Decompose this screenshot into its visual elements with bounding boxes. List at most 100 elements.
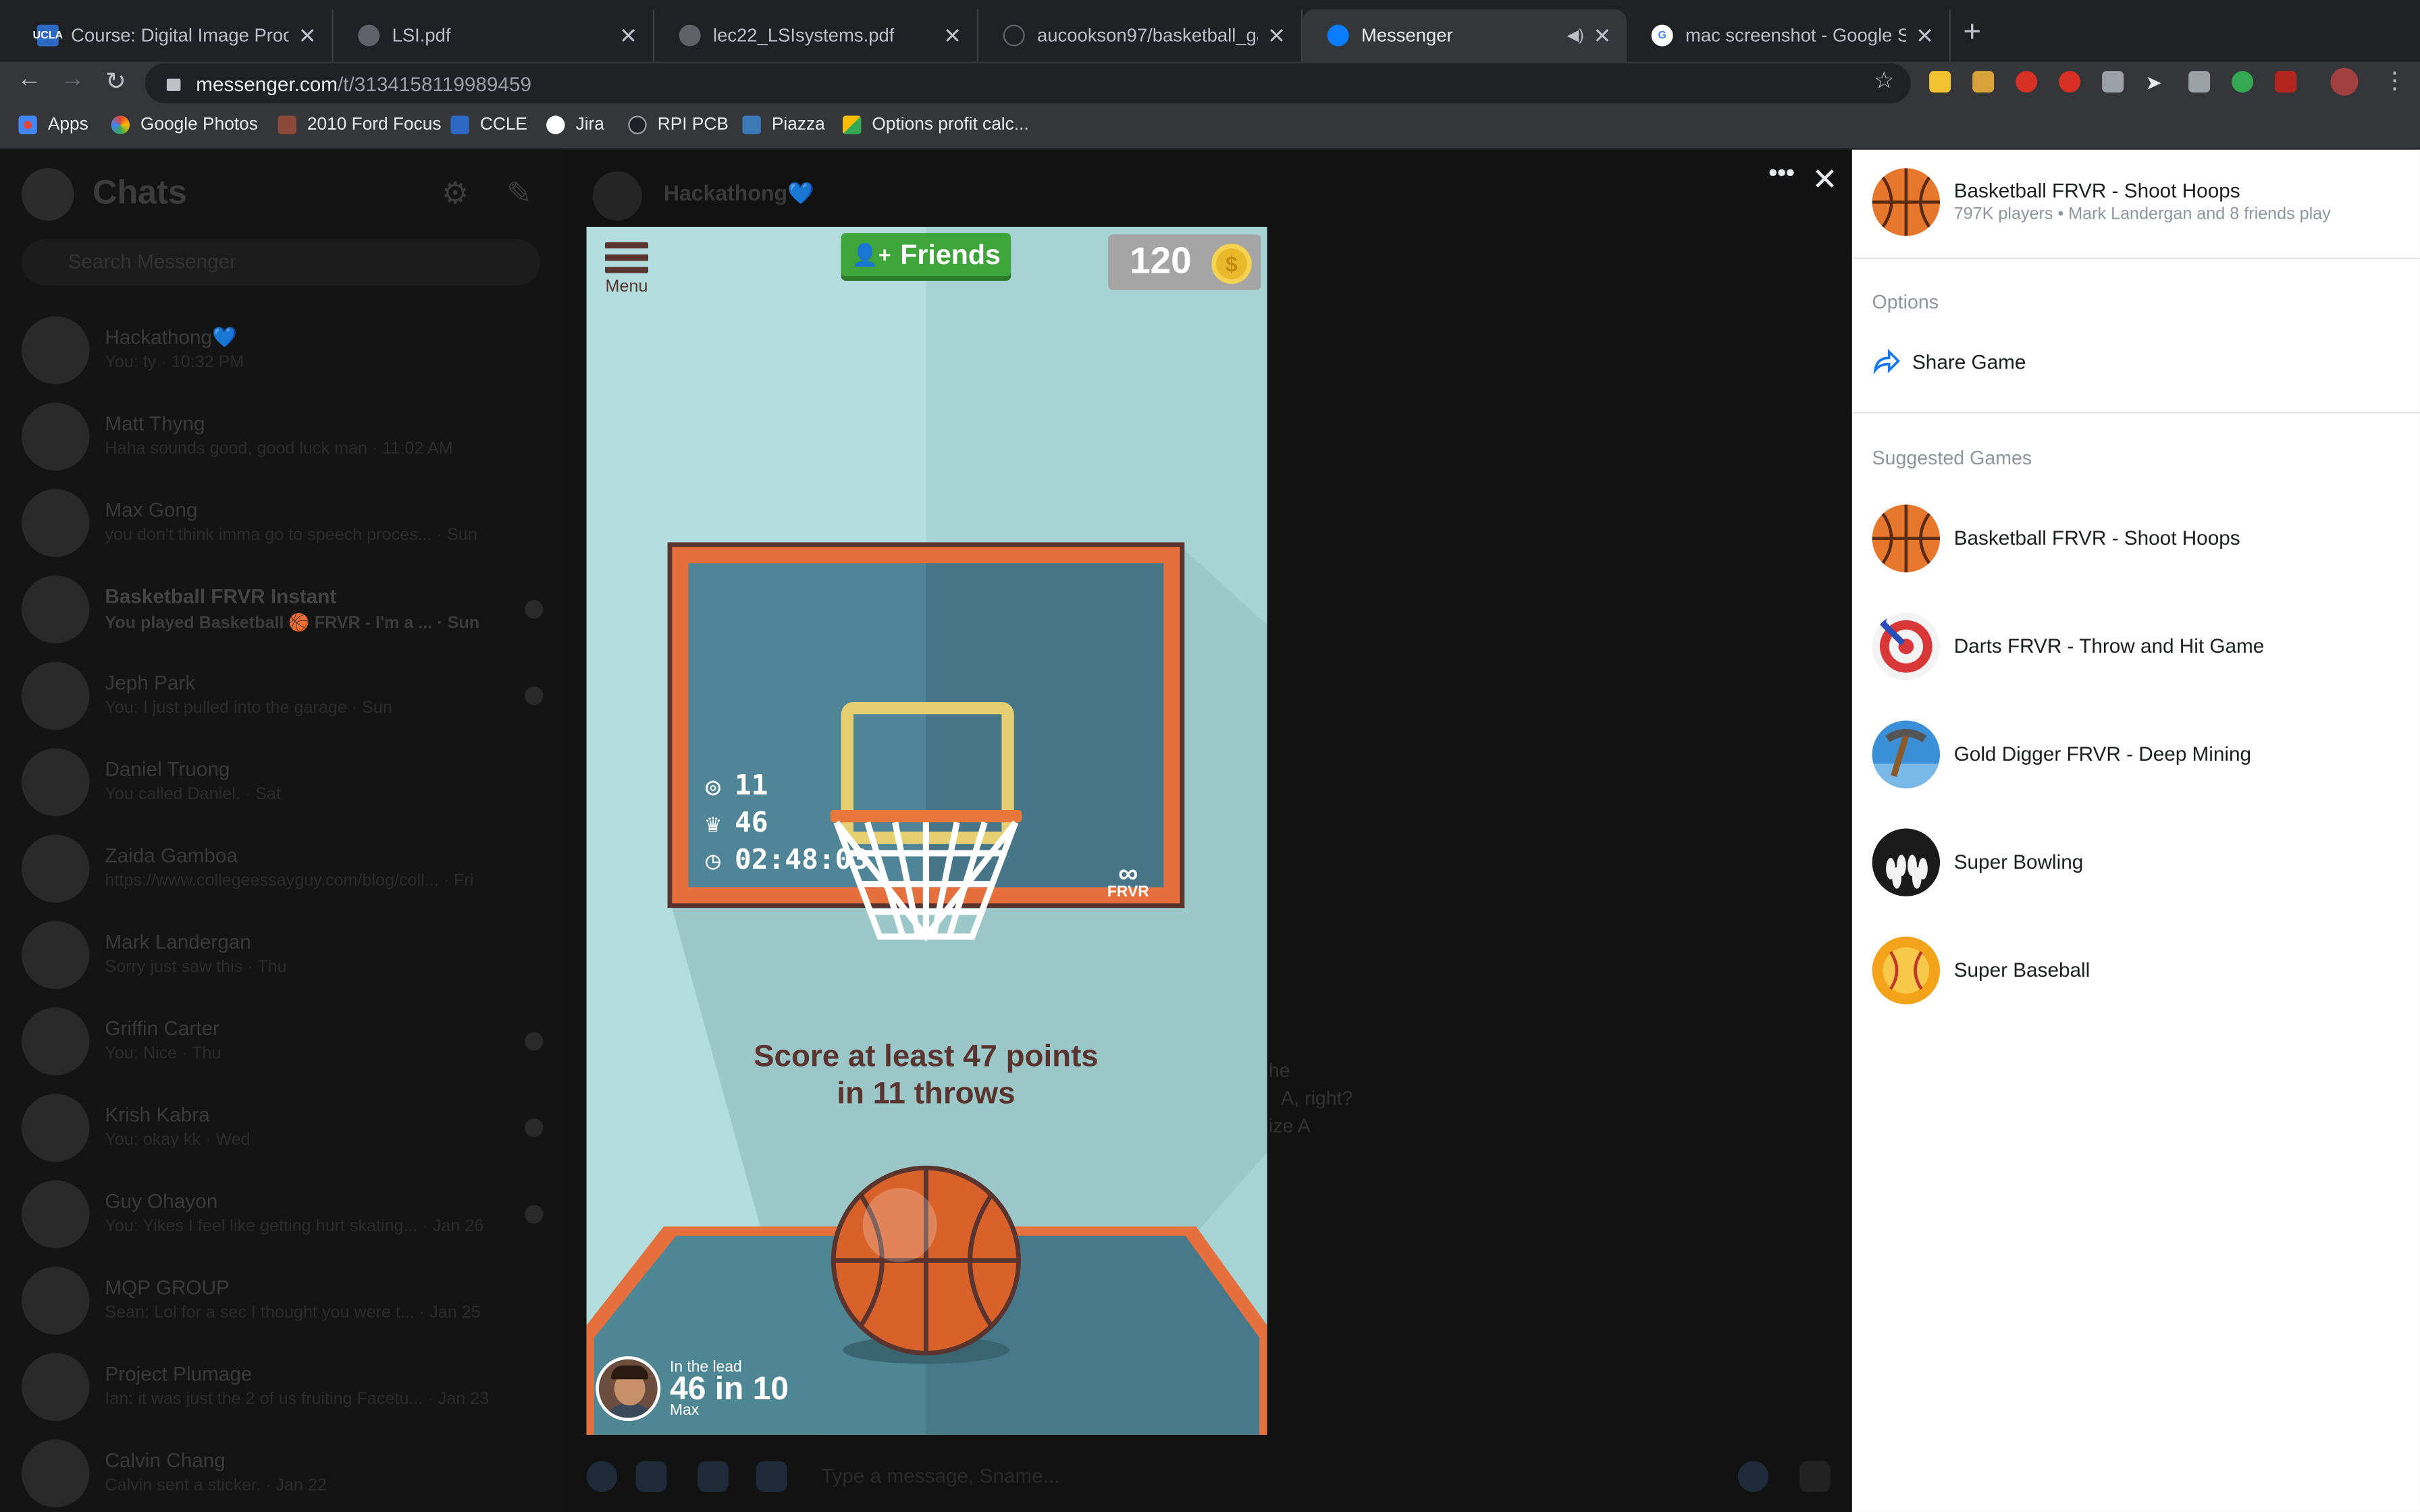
tab-lec22[interactable]: lec22_LSIsystems.pdf ✕ bbox=[654, 9, 979, 62]
share-icon bbox=[1873, 348, 1900, 375]
more-options-icon[interactable]: ••• bbox=[1768, 161, 1794, 188]
bookmark-apps[interactable]: Apps bbox=[18, 115, 88, 134]
avatar bbox=[21, 921, 90, 990]
bookmark-jira[interactable]: Jira bbox=[546, 115, 604, 134]
chat-name: Jeph Park bbox=[105, 671, 196, 695]
chat-list-item[interactable]: Calvin Chang Calvin sent a sticker. · Jan… bbox=[0, 1430, 562, 1512]
bookmark-google-photos[interactable]: Google Photos bbox=[111, 115, 258, 134]
bookmark-rpi-pcb[interactable]: RPI PCB bbox=[628, 115, 729, 134]
bookmark-star-icon[interactable]: ☆ bbox=[1874, 66, 1895, 94]
bookmark-options-profit[interactable]: Options profit calc... bbox=[842, 115, 1029, 134]
menu-button[interactable]: Menu bbox=[599, 239, 654, 300]
chat-list-item[interactable]: Zaida Gamboa https://www.collegeessayguy.… bbox=[0, 826, 562, 912]
chat-list-item[interactable]: Max Gong you don't think imma go to speec… bbox=[0, 480, 562, 566]
suggested-game-bowling[interactable]: Super Bowling bbox=[1872, 828, 2397, 899]
message-input[interactable]: Type a message, Sname... bbox=[821, 1464, 1059, 1487]
suggested-game-baseball[interactable]: Super Baseball bbox=[1872, 936, 2397, 1007]
chat-list-item[interactable]: Matt Thyng Haha sounds good, good luck ma… bbox=[0, 394, 562, 480]
bookmarks-bar: Apps Google Photos 2010 Ford Focus CCLE … bbox=[0, 105, 2420, 150]
message-text: he bbox=[1268, 1060, 1290, 1082]
avatar[interactable] bbox=[21, 168, 74, 221]
extension-icon[interactable] bbox=[2016, 71, 2038, 93]
chat-preview: You called Daniel. · Sat bbox=[105, 785, 281, 804]
piazza-icon bbox=[742, 115, 761, 134]
extension-icon[interactable] bbox=[2232, 71, 2254, 93]
plus-icon[interactable] bbox=[586, 1461, 618, 1492]
friends-button[interactable]: 👤+ Friends bbox=[841, 233, 1011, 277]
current-game-title[interactable]: Basketball FRVR - Shoot Hoops bbox=[1954, 179, 2240, 202]
back-button[interactable]: ← bbox=[12, 66, 46, 94]
close-tab-icon[interactable]: ✕ bbox=[1593, 22, 1611, 49]
chat-list-item[interactable]: Jeph Park You: I just pulled into the gar… bbox=[0, 653, 562, 739]
emoji-icon[interactable] bbox=[1737, 1461, 1769, 1492]
chat-list-sidebar: Chats ⚙ ✎ Search Messenger Hackathong💙 Yo… bbox=[0, 149, 562, 1512]
gear-icon[interactable]: ⚙ bbox=[442, 174, 469, 213]
suggested-game-gold-digger[interactable]: Gold Digger FRVR - Deep Mining bbox=[1872, 720, 2397, 791]
close-game-icon[interactable]: ✕ bbox=[1812, 161, 1837, 199]
chat-list-item[interactable]: MQP GROUP Sean: Lol for a sec I thought y… bbox=[0, 1258, 562, 1344]
balls-left-stat: ◎ 11 bbox=[698, 770, 768, 803]
cursor-icon[interactable]: ➤ bbox=[2145, 71, 2167, 94]
profile-avatar[interactable] bbox=[2330, 68, 2359, 96]
chat-list-item[interactable]: Krish Kabra You: okay kk · Wed bbox=[0, 1085, 562, 1171]
suggested-game-darts[interactable]: Darts FRVR - Throw and Hit Game bbox=[1872, 612, 2397, 683]
browser-menu-icon[interactable]: ⋮ bbox=[2383, 66, 2406, 94]
tab-lsi-pdf[interactable]: LSI.pdf ✕ bbox=[334, 9, 655, 62]
avatar bbox=[592, 171, 642, 221]
extension-icon[interactable] bbox=[2102, 71, 2124, 93]
tab-google-search[interactable]: G mac screenshot - Google Search ✕ bbox=[1627, 9, 1951, 62]
basketball[interactable] bbox=[831, 1165, 1021, 1355]
adblock-icon[interactable] bbox=[2059, 71, 2081, 93]
share-game-button[interactable]: Share Game bbox=[1872, 347, 2026, 375]
best-score-stat: ♛ 46 bbox=[698, 807, 768, 839]
ball-icon: ◎ bbox=[705, 770, 720, 801]
sticker-icon[interactable] bbox=[698, 1461, 729, 1492]
close-tab-icon[interactable]: ✕ bbox=[943, 22, 962, 49]
bookmark-ford-focus[interactable]: 2010 Ford Focus bbox=[278, 115, 442, 134]
goal-text: Score at least 47 points in 11 throws bbox=[754, 1040, 1099, 1111]
acrobat-icon[interactable] bbox=[2275, 71, 2297, 93]
gif-icon[interactable] bbox=[635, 1461, 667, 1492]
extension-icon[interactable] bbox=[1929, 71, 1951, 93]
search-messenger-input[interactable]: Search Messenger bbox=[21, 239, 540, 286]
forward-button[interactable]: → bbox=[55, 66, 89, 94]
bookmark-ccle[interactable]: CCLE bbox=[450, 115, 527, 134]
image-icon[interactable] bbox=[756, 1461, 787, 1492]
extension-icon[interactable] bbox=[1972, 71, 1995, 93]
compose-icon[interactable]: ✎ bbox=[506, 174, 532, 213]
chat-list-item[interactable]: Daniel Truong You called Daniel. · Sat bbox=[0, 739, 562, 826]
reload-button[interactable]: ↻ bbox=[99, 66, 132, 97]
chat-list-item[interactable]: Mark Landergan Sorry just saw this · Thu bbox=[0, 912, 562, 998]
close-tab-icon[interactable]: ✕ bbox=[619, 22, 637, 49]
ucla-icon bbox=[450, 115, 469, 134]
extension-icon[interactable] bbox=[2188, 71, 2211, 93]
speaker-icon[interactable]: ◀) bbox=[1567, 27, 1584, 44]
close-tab-icon[interactable]: ✕ bbox=[1267, 22, 1286, 49]
message-text: A, right? bbox=[1281, 1087, 1353, 1110]
chat-list-item[interactable]: Project Plumage Ian: it was just the 2 of… bbox=[0, 1344, 562, 1430]
chat-list-item[interactable]: Griffin Carter You: Nice · Thu bbox=[0, 998, 562, 1085]
chat-list-item[interactable]: Guy Ohayon You: Yikes I feel like getting… bbox=[0, 1171, 562, 1258]
avatar bbox=[21, 1094, 90, 1162]
chat-list-item[interactable]: Basketball FRVR Instant You played Basket… bbox=[0, 566, 562, 653]
tab-course[interactable]: UCLA Course: Digital Image Processing ✕ bbox=[12, 9, 334, 62]
close-tab-icon[interactable]: ✕ bbox=[1916, 22, 1934, 49]
tab-github[interactable]: aucookson97/basketball_game ✕ bbox=[978, 9, 1303, 62]
game-scene bbox=[586, 226, 1267, 1435]
tab-messenger[interactable]: Messenger ◀) ✕ bbox=[1303, 9, 1627, 62]
chat-list-item[interactable]: Hackathong💙 You: ty · 10:32 PM bbox=[0, 307, 562, 394]
coin-counter[interactable]: 120 $ bbox=[1108, 234, 1261, 290]
address-bar[interactable]: messenger.com/t/3134158119989459 bbox=[144, 63, 1911, 104]
chat-preview: Sean: Lol for a sec I thought you were t… bbox=[105, 1303, 481, 1322]
baseball-icon bbox=[1872, 936, 1941, 1004]
rim bbox=[830, 809, 1022, 823]
clock-icon: ◷ bbox=[705, 844, 720, 874]
chat-name: Griffin Carter bbox=[105, 1017, 219, 1040]
document-icon bbox=[278, 115, 296, 134]
bookmark-piazza[interactable]: Piazza bbox=[742, 115, 825, 134]
basketball-game-canvas[interactable]: Menu 👤+ Friends 120 $ ◎ 11 ♛ 46 ◷ 02:48:03 … bbox=[586, 226, 1267, 1435]
game-controller-icon[interactable] bbox=[1799, 1461, 1831, 1492]
new-tab-button[interactable]: + bbox=[1963, 16, 1981, 51]
close-tab-icon[interactable]: ✕ bbox=[298, 22, 317, 49]
suggested-game-basketball[interactable]: Basketball FRVR - Shoot Hoops bbox=[1872, 504, 2397, 575]
